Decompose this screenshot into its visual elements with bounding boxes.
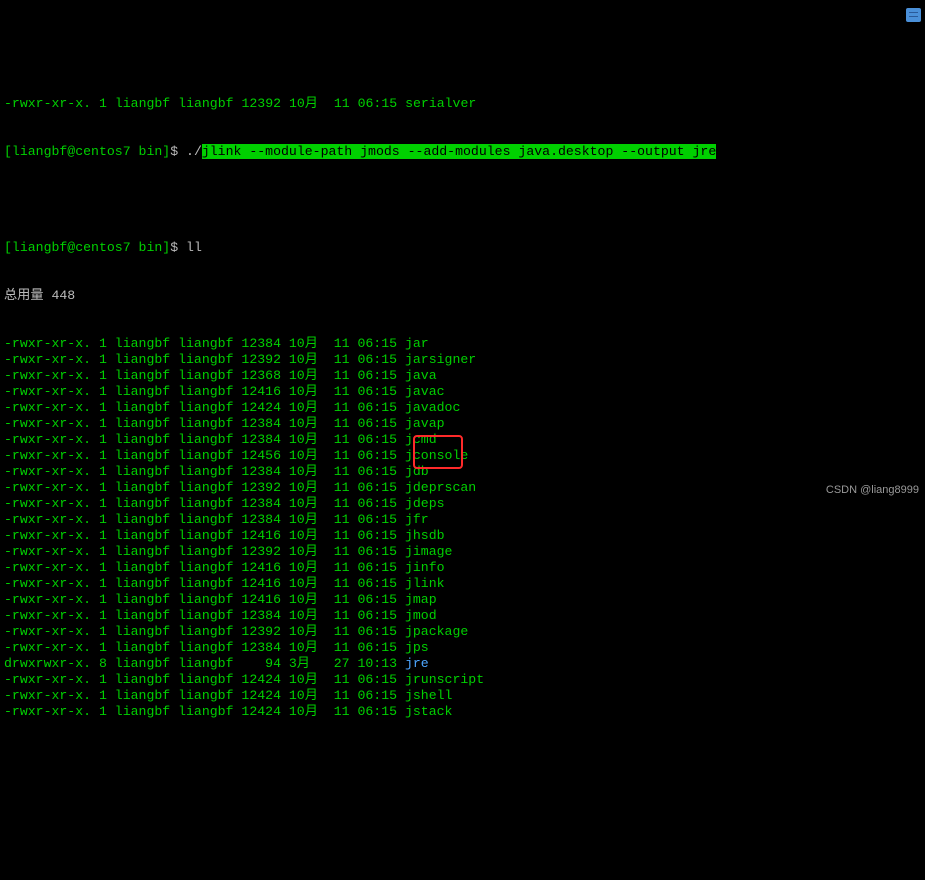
file-name: jdeps (405, 496, 445, 511)
file-row: -rwxr-xr-x. 1 liangbf liangbf 12456 10月 … (4, 448, 921, 464)
prompt-dollar: $ (170, 240, 186, 255)
file-row: -rwxr-xr-x. 1 liangbf liangbf 12384 10月 … (4, 416, 921, 432)
file-row: -rwxr-xr-x. 1 liangbf liangbf 12384 10月 … (4, 432, 921, 448)
file-row: -rwxr-xr-x. 1 liangbf liangbf 12384 10月 … (4, 640, 921, 656)
file-name: jshell (405, 688, 452, 703)
terminal-output[interactable]: -rwxr-xr-x. 1 liangbf liangbf 12392 10月 … (0, 64, 925, 736)
file-name: jfr (405, 512, 429, 527)
file-row: -rwxr-xr-x. 1 liangbf liangbf 12416 10月 … (4, 592, 921, 608)
file-name: jar (405, 336, 429, 351)
scrollbar-thumb[interactable] (906, 8, 921, 22)
file-row: -rwxr-xr-x. 1 liangbf liangbf 12416 10月 … (4, 384, 921, 400)
file-row: -rwxr-xr-x. 1 liangbf liangbf 12416 10月 … (4, 576, 921, 592)
file-row: -rwxr-xr-x. 1 liangbf liangbf 12384 10月 … (4, 496, 921, 512)
file-row: -rwxr-xr-x. 1 liangbf liangbf 12384 10月 … (4, 608, 921, 624)
total-line: 总用量 448 (4, 288, 921, 304)
file-name: jarsigner (405, 352, 476, 367)
prompt-dollar: $ (170, 144, 186, 159)
command-highlight: jlink --module-path jmods --add-modules … (202, 144, 716, 159)
file-row: -rwxr-xr-x. 1 liangbf liangbf 12384 10月 … (4, 464, 921, 480)
file-name: jmod (405, 608, 437, 623)
blank-line (4, 192, 921, 208)
file-name: jhsdb (405, 528, 445, 543)
file-name: javac (405, 384, 445, 399)
file-row: -rwxr-xr-x. 1 liangbf liangbf 12392 10月 … (4, 480, 921, 496)
file-row: -rwxr-xr-x. 1 liangbf liangbf 12368 10月 … (4, 368, 921, 384)
file-row: drwxrwxr-x. 8 liangbf liangbf 94 3月 27 1… (4, 656, 921, 672)
prompt-line[interactable]: [liangbf@centos7 bin]$ ll (4, 240, 921, 256)
file-row: -rwxr-xr-x. 1 liangbf liangbf 12424 10月 … (4, 704, 921, 720)
file-row: -rwxr-xr-x. 1 liangbf liangbf 12424 10月 … (4, 688, 921, 704)
file-row: -rwxr-xr-x. 1 liangbf liangbf 12384 10月 … (4, 336, 921, 352)
file-name: java (405, 368, 437, 383)
file-name: jconsole (405, 448, 468, 463)
file-name: jps (405, 640, 429, 655)
file-name: jstack (405, 704, 452, 719)
prompt-host: [liangbf@centos7 bin] (4, 144, 170, 159)
file-name: jlink (405, 576, 445, 591)
file-name: jmap (405, 592, 437, 607)
file-name: jpackage (405, 624, 468, 639)
file-row: -rwxr-xr-x. 1 liangbf liangbf 12392 10月 … (4, 96, 921, 112)
command-text: ll (186, 240, 202, 255)
file-row: -rwxr-xr-x. 1 liangbf liangbf 12392 10月 … (4, 352, 921, 368)
file-row: -rwxr-xr-x. 1 liangbf liangbf 12384 10月 … (4, 512, 921, 528)
file-name: jcmd (405, 432, 437, 447)
file-row: -rwxr-xr-x. 1 liangbf liangbf 12424 10月 … (4, 400, 921, 416)
file-name: javadoc (405, 400, 460, 415)
file-name: javap (405, 416, 445, 431)
file-name: jrunscript (405, 672, 484, 687)
file-name: jre (405, 656, 429, 671)
file-name: jdeprscan (405, 480, 476, 495)
prompt-line[interactable]: [liangbf@centos7 bin]$ ./jlink --module-… (4, 144, 921, 160)
file-row: -rwxr-xr-x. 1 liangbf liangbf 12416 10月 … (4, 560, 921, 576)
file-name: jimage (405, 544, 452, 559)
file-name: jinfo (405, 560, 445, 575)
file-row: -rwxr-xr-x. 1 liangbf liangbf 12424 10月 … (4, 672, 921, 688)
file-row: -rwxr-xr-x. 1 liangbf liangbf 12392 10月 … (4, 544, 921, 560)
watermark-text: CSDN @liang8999 (826, 482, 919, 498)
file-row: -rwxr-xr-x. 1 liangbf liangbf 12416 10月 … (4, 528, 921, 544)
prompt-host: [liangbf@centos7 bin] (4, 240, 170, 255)
typed-prefix: ./ (186, 144, 202, 159)
file-name: jdb (405, 464, 429, 479)
file-row: -rwxr-xr-x. 1 liangbf liangbf 12392 10月 … (4, 624, 921, 640)
